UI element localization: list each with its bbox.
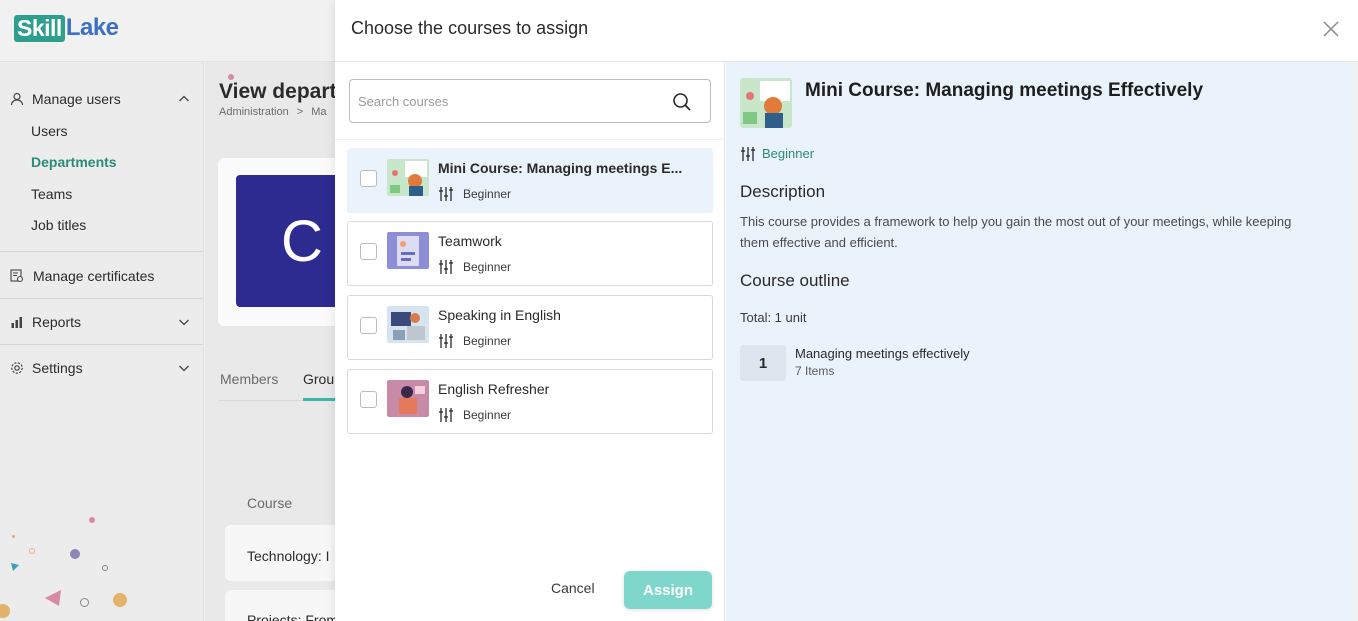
logo-skill-text: Skill — [14, 14, 65, 42]
course-item-teamwork[interactable]: Teamwork Beginner — [347, 221, 713, 286]
logo-lake-text: Lake — [65, 14, 119, 41]
sidebar-group-label: Manage users — [32, 91, 121, 107]
course-checkbox[interactable] — [360, 170, 377, 187]
sidebar-item-teams[interactable]: Teams — [31, 186, 72, 202]
description-heading: Description — [740, 182, 826, 201]
course-thumbnail — [387, 159, 429, 196]
chevron-down-icon — [179, 319, 189, 326]
course-level: Beginner — [463, 408, 512, 422]
assign-button[interactable]: Assign — [624, 571, 712, 609]
course-thumbnail — [387, 306, 429, 343]
breadcrumb-administration[interactable]: Administration — [219, 106, 289, 118]
sidebar-item-users[interactable]: Users — [31, 123, 68, 139]
certificate-icon — [10, 269, 24, 283]
course-list-pane: Mini Course: Managing meetings E... Begi… — [335, 62, 725, 621]
tab-members[interactable]: Members — [220, 371, 278, 387]
page-title: View depart — [219, 80, 337, 103]
course-item-speaking-in-english[interactable]: Speaking in English Beginner — [347, 295, 713, 360]
course-item-mini-course[interactable]: Mini Course: Managing meetings E... Begi… — [347, 148, 713, 213]
sliders-icon — [741, 147, 755, 161]
sliders-icon — [439, 187, 453, 201]
course-name: Speaking in English — [438, 307, 561, 323]
course-checkbox[interactable] — [360, 317, 377, 334]
outline-heading: Course outline — [740, 271, 850, 290]
breadcrumb-manage[interactable]: Ma — [311, 106, 326, 118]
sidebar-item-departments[interactable]: Departments — [31, 154, 117, 170]
course-detail-pane: Mini Course: Managing meetings Effective… — [726, 62, 1353, 621]
unit-number-badge: 1 — [740, 345, 786, 381]
sidebar-item-job-titles[interactable]: Job titles — [31, 217, 86, 233]
sidebar-group-reports[interactable]: Reports — [0, 313, 204, 331]
course-level: Beginner — [463, 334, 512, 348]
sidebar-group-label: Reports — [32, 314, 82, 330]
course-detail-thumbnail — [740, 78, 792, 128]
unit-name: Managing meetings effectively — [795, 346, 970, 361]
course-checkbox[interactable] — [360, 391, 377, 408]
search-divider — [335, 139, 725, 140]
course-thumbnail — [387, 380, 429, 417]
assign-courses-modal: Choose the courses to assign Mini Course… — [335, 0, 1358, 621]
course-detail-level: Beginner — [762, 146, 815, 161]
sliders-icon — [439, 334, 453, 348]
column-header-course: Course — [247, 495, 293, 511]
search-input[interactable] — [358, 80, 658, 122]
sidebar-group-settings[interactable]: Settings — [0, 359, 204, 377]
course-thumbnail — [387, 232, 429, 269]
sidebar-divider — [0, 344, 203, 345]
search-icon[interactable] — [672, 92, 692, 112]
chevron-down-icon — [179, 365, 189, 372]
sidebar-group-label: Settings — [32, 360, 83, 376]
course-name: Mini Course: Managing meetings E... — [438, 160, 683, 176]
sidebar-divider — [0, 298, 203, 299]
skilllake-logo[interactable]: Skill Lake — [14, 14, 119, 42]
course-name: Teamwork — [438, 233, 502, 249]
course-checkbox[interactable] — [360, 243, 377, 260]
search-box[interactable] — [349, 79, 711, 123]
table-row-course-name: Technology: I — [247, 548, 330, 564]
table-row-course-name: Projects: From — [247, 612, 339, 621]
course-name: English Refresher — [438, 381, 550, 397]
sidebar-item-label: Manage certificates — [33, 268, 155, 284]
course-detail-title: Mini Course: Managing meetings Effective… — [805, 80, 1204, 101]
modal-title: Choose the courses to assign — [351, 18, 589, 38]
sliders-icon — [439, 260, 453, 274]
sidebar — [0, 62, 204, 621]
course-level: Beginner — [463, 187, 512, 201]
chart-icon — [11, 317, 22, 328]
close-icon[interactable] — [1322, 20, 1340, 38]
course-description: This course provides a framework to help… — [740, 214, 1292, 250]
breadcrumb-separator: > — [296, 106, 304, 118]
course-level: Beginner — [463, 260, 512, 274]
cancel-button[interactable]: Cancel — [551, 580, 595, 596]
unit-item-count: 7 Items — [795, 364, 835, 378]
user-icon — [10, 92, 24, 106]
department-avatar: C — [236, 175, 346, 307]
scrollbar[interactable] — [1353, 62, 1358, 621]
sidebar-group-manage-users[interactable]: Manage users — [0, 90, 204, 108]
chevron-up-icon — [179, 95, 189, 102]
active-tab-indicator — [303, 398, 339, 401]
gear-icon — [11, 362, 23, 374]
outline-total: Total: 1 unit — [740, 310, 807, 325]
modal-header: Choose the courses to assign — [335, 0, 1358, 62]
sidebar-item-manage-certificates[interactable]: Manage certificates — [0, 267, 204, 285]
breadcrumb: Administration > Ma — [219, 106, 327, 118]
sliders-icon — [439, 408, 453, 422]
tab-groups[interactable]: Grou — [303, 371, 334, 387]
sidebar-divider — [0, 251, 203, 252]
course-item-english-refresher[interactable]: English Refresher Beginner — [347, 369, 713, 434]
